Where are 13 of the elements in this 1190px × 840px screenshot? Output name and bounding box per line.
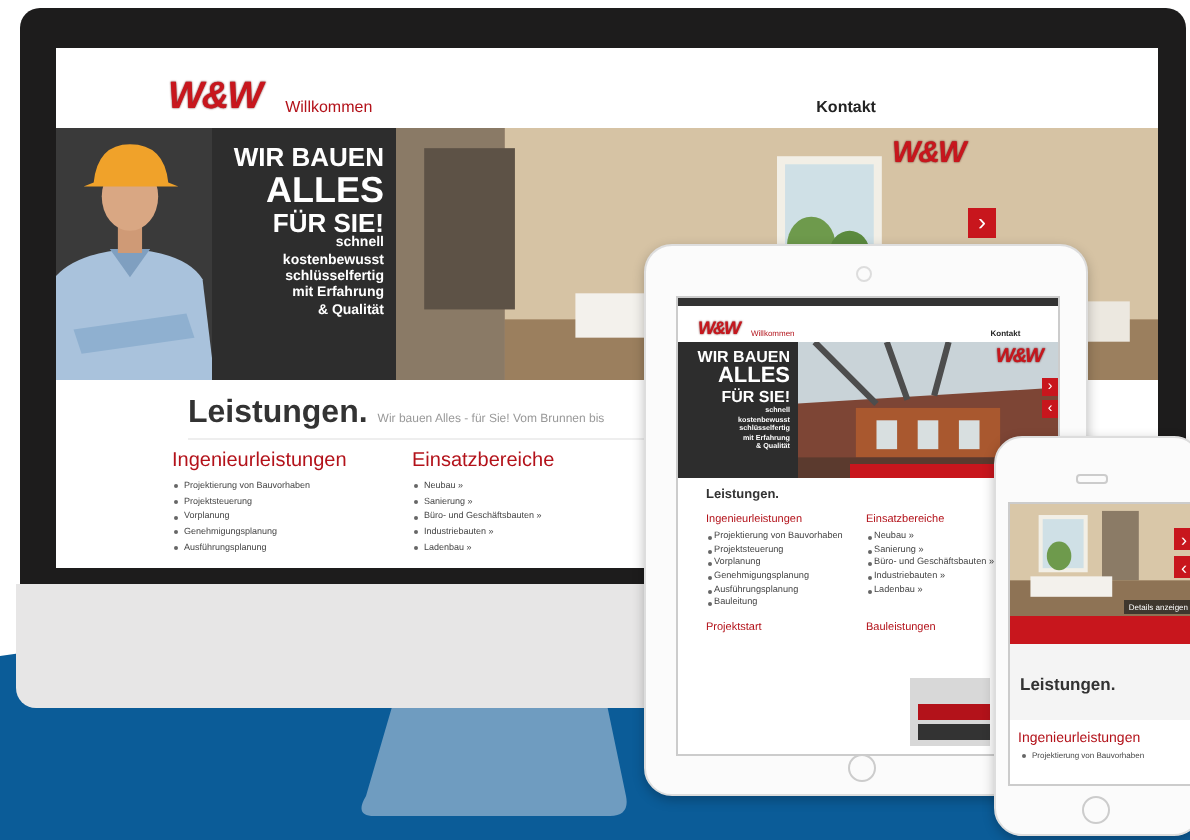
nav-link[interactable]: Willkommen bbox=[285, 98, 373, 116]
nav-link[interactable]: Kontakt bbox=[816, 98, 876, 116]
column-heading: Ingenieurleistungen bbox=[172, 450, 349, 472]
slider-arrow-button[interactable]: ‹ bbox=[1174, 556, 1190, 578]
brand-logo[interactable]: W&W bbox=[168, 78, 262, 116]
hero-headline: FÜR SIE! bbox=[721, 389, 790, 406]
section-title: Leistungen. bbox=[1020, 674, 1116, 694]
column-heading: Einsatzbereiche bbox=[412, 450, 557, 472]
hero-headline: FÜR SIE! bbox=[272, 209, 384, 237]
hero-headline: ALLES bbox=[265, 171, 384, 210]
hero-headline: WIR BAUEN bbox=[233, 144, 384, 172]
section-title: Leistungen. bbox=[188, 396, 368, 432]
slider-arrow-button[interactable]: › bbox=[1174, 528, 1190, 550]
